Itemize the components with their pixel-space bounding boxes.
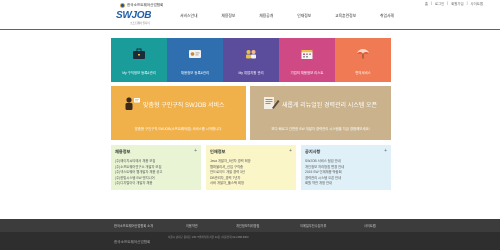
footer-info: 한국소프트웨어산업협회 서울시 송파구 중대로 135 IT벤처타워 서관 12…: [0, 232, 500, 250]
users-icon: [244, 48, 258, 60]
tile-recruit-manage[interactable]: 채용정보 등록&관리: [167, 38, 223, 82]
list-item[interactable]: (주)디지털아이 개발자 채용: [115, 181, 197, 187]
board-title: 공지사항: [305, 149, 321, 154]
more-plus-icon[interactable]: +: [384, 148, 387, 154]
util-link-login[interactable]: 로그인: [435, 1, 444, 6]
tile-label: My 취업지원 관리: [238, 71, 264, 75]
board-title: 인재정보: [210, 149, 226, 154]
list-item[interactable]: 서버 개발자_풀스택 희망: [210, 181, 292, 187]
nav-item-talent[interactable]: 인재정보: [297, 14, 311, 19]
promo-title: 새롭게 리뉴얼된 경력관리 시스템 오픈: [282, 103, 377, 109]
page: 한국소프트웨어산업협회 홈 | 로그인 | 회원가입 | 사이트맵 SWJOB 소프트…: [0, 0, 500, 250]
util-link-home[interactable]: 홈: [425, 1, 428, 6]
footer-link-sitemap[interactable]: 사이트맵: [364, 223, 376, 228]
nav-item-open-recruit[interactable]: 채용공개: [259, 14, 273, 19]
tile-label: 기업의 채용정보 리스트: [290, 71, 324, 75]
logo-text: SWJOB: [116, 10, 152, 21]
org-name: 한국소프트웨어산업협회: [127, 3, 164, 7]
promo-subtitle: 보다 빠르고 간편한 SW 개발자 경력관리 시스템을 지금 경험해보세요!: [271, 127, 370, 131]
quick-tiles: My 구직정보 등록&관리 채용정보 등록&관리 My 취업지원 관리 기업의 …: [111, 38, 391, 82]
emblem-icon: [120, 3, 125, 8]
board-title: 채용정보: [115, 149, 131, 154]
footer-link-privacy[interactable]: 개인정보처리방침: [236, 223, 259, 228]
board-jobs: 채용정보 + (주)에이치씨티에서 채용 모집 (주)소프트웨어연구소 개발자 …: [111, 145, 201, 190]
tile-my-support[interactable]: My 취업지원 관리: [223, 38, 279, 82]
footer-links-bar: 한국소프트웨어산업협회 소개 이용약관 개인정보처리방침 이메일무단수집거부 사…: [0, 219, 500, 232]
main-nav: 서비스안내 채용정보 채용공개 인재정보 교육훈련정보 취업사례: [180, 14, 394, 19]
footer-link-about[interactable]: 한국소프트웨어산업협회 소개: [114, 223, 153, 228]
tile-my-job-seeking[interactable]: My 구직정보 등록&관리: [111, 38, 167, 82]
id-card-icon: [188, 48, 202, 60]
footer-link-terms[interactable]: 이용약관: [186, 223, 198, 228]
board-talent: 인재정보 + Java 개발자_5년차 경력 희망 웹퍼블리셔_신입 구직중 안…: [206, 145, 296, 190]
nav-item-jobs[interactable]: 채용정보: [221, 14, 235, 19]
job-seeker-icon: [123, 96, 141, 110]
header-divider: [0, 29, 500, 30]
promo-subtitle: 맞춤형 구인구직 SWJOB(소프트웨어잡) 서비스를 시작합니다.: [134, 127, 223, 131]
more-plus-icon[interactable]: +: [289, 148, 292, 154]
umbrella-icon: [356, 48, 370, 60]
site-logo[interactable]: SWJOB 소프트웨어 일자리: [116, 10, 152, 26]
calendar-icon: [300, 48, 314, 60]
promo-matching-service[interactable]: 맞춤형 구인구직 SWJOB 서비스 맞춤형 구인구직 SWJOB(소프트웨어잡…: [111, 86, 246, 140]
footer-link-email-policy[interactable]: 이메일무단수집거부: [300, 223, 326, 228]
pencil-icon: [262, 96, 280, 110]
utility-links: 홈 | 로그인 | 회원가입 | 사이트맵: [424, 1, 483, 6]
briefcase-icon: [132, 48, 146, 60]
footer-org-name: 한국소프트웨어산업협회: [114, 240, 151, 244]
more-plus-icon[interactable]: +: [194, 148, 197, 154]
org-header: 한국소프트웨어산업협회: [120, 3, 163, 8]
tile-company-jobs[interactable]: 기업의 채용정보 리스트: [279, 38, 335, 82]
nav-item-training[interactable]: 교육훈련정보: [335, 14, 356, 19]
footer-address: 서울시 송파구 중대로 135 IT벤처타워 서관 12층 | 대표전화 02-…: [168, 236, 249, 239]
tile-label: My 구직정보 등록&관리: [122, 71, 156, 75]
util-link-join[interactable]: 회원가입: [451, 1, 463, 6]
tile-label: 채용정보 등록&관리: [180, 71, 210, 75]
promo-title: 맞춤형 구인구직 SWJOB 서비스: [143, 103, 225, 109]
tile-label: 편의서비스: [355, 71, 371, 75]
nav-item-cases[interactable]: 취업사례: [380, 14, 394, 19]
promo-career-system[interactable]: 새롭게 리뉴얼된 경력관리 시스템 오픈 보다 빠르고 간편한 SW 개발자 경…: [250, 86, 391, 140]
nav-item-service[interactable]: 서비스안내: [180, 14, 197, 19]
list-item[interactable]: 회원 약관 개정 안내: [305, 181, 387, 187]
util-link-sitemap[interactable]: 사이트맵: [471, 1, 483, 6]
logo-subtext: 소프트웨어 일자리: [130, 22, 150, 25]
board-notice: 공지사항 + SWJOB 서비스 점검 안내 개인정보 처리방침 변경 안내 2…: [301, 145, 391, 190]
tile-convenience[interactable]: 편의서비스: [335, 38, 391, 82]
